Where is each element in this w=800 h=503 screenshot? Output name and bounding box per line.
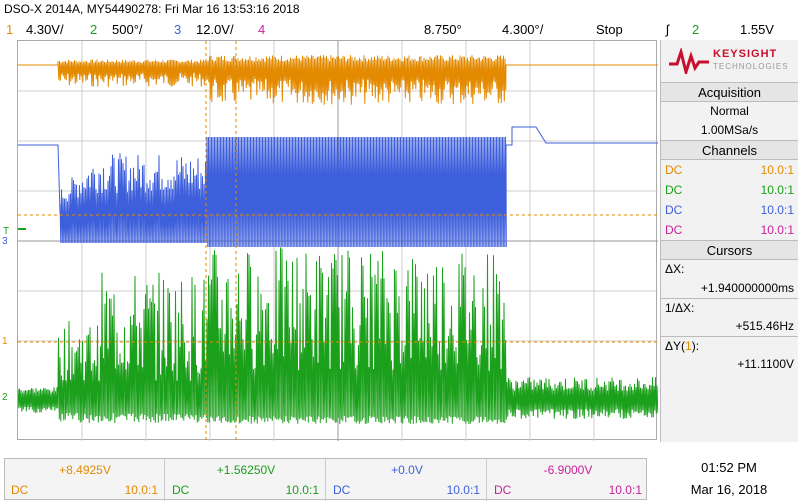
sample-rate: 1.00MSa/s [700, 123, 759, 137]
ch3-readout[interactable]: +0.0V DC 10.0:1 [327, 459, 487, 501]
ch1-probe: 10.0:1 [124, 483, 158, 497]
trigger-level[interactable]: 1.55V [740, 22, 774, 37]
ch1-coupling: DC [11, 483, 29, 497]
ch2-probe: 10.0:1 [285, 483, 319, 497]
ch3-coupling: DC [333, 483, 351, 497]
ch4-offset: -6.9000V [543, 463, 593, 477]
channel-coupling: DC [665, 203, 683, 217]
channel-row[interactable]: DC 10.0:1 [661, 220, 798, 240]
timebase-scale[interactable]: 4.300°/ [502, 22, 543, 37]
timebase-position[interactable]: 8.750° [424, 22, 462, 37]
delta-y-prefix: ΔY( [665, 339, 686, 353]
delta-y-channel: 1 [685, 339, 692, 353]
ch3-scale[interactable]: 12.0V/ [196, 22, 234, 37]
channel-probe: 10.0:1 [760, 203, 794, 217]
channel-probe: 10.0:1 [760, 163, 794, 177]
channel-probe: 10.0:1 [760, 223, 794, 237]
ch3-number[interactable]: 3 [174, 22, 181, 37]
channel-row[interactable]: DC 10.0:1 [661, 160, 798, 180]
delta-y-suffix: ): [691, 339, 700, 353]
brand-subtitle: TECHNOLOGIES [713, 62, 789, 71]
ch1-readout[interactable]: +8.4925V DC 10.0:1 [5, 459, 165, 501]
channel-coupling: DC [665, 223, 683, 237]
channels-title[interactable]: Channels [661, 140, 798, 160]
channel-coupling: DC [665, 163, 683, 177]
waveform-display[interactable] [17, 40, 658, 441]
trigger-edge-icon: ʃ [666, 22, 669, 37]
ch1-scale[interactable]: 4.30V/ [26, 22, 64, 37]
info-panel: KEYSIGHT TECHNOLOGIES Acquisition Normal… [660, 40, 798, 442]
ch1-trace [18, 55, 658, 105]
ch4-readout[interactable]: -6.9000V DC 10.0:1 [488, 459, 648, 501]
clock-date: Mar 16, 2018 [690, 482, 768, 497]
ch4-probe: 10.0:1 [608, 483, 642, 497]
ch4-coupling: DC [494, 483, 512, 497]
ch2-offset: +1.56250V [216, 463, 276, 477]
keysight-logo: KEYSIGHT TECHNOLOGIES [661, 40, 798, 82]
instrument-title: DSO-X 2014A, MY54490278: Fri Mar 16 13:5… [4, 2, 300, 16]
inverse-delta-x-value: +515.46Hz [735, 319, 794, 333]
delta-x-value: +1.940000000ms [700, 281, 794, 295]
channel-row[interactable]: DC 10.0:1 [661, 180, 798, 200]
ch2-ground-marker[interactable]: 2 [2, 392, 8, 403]
channel-probe: 10.0:1 [760, 183, 794, 197]
ch2-number[interactable]: 2 [90, 22, 97, 37]
ch3-probe: 10.0:1 [446, 483, 480, 497]
run-state[interactable]: Stop [596, 22, 623, 37]
channel-coupling: DC [665, 183, 683, 197]
delta-y-label: ΔY(1): [661, 336, 798, 355]
trigger-channel[interactable]: 2 [692, 22, 699, 37]
ch3-trace [18, 126, 658, 248]
channel-row[interactable]: DC 10.0:1 [661, 200, 798, 220]
acquisition-mode: Normal [710, 104, 749, 118]
scale-bar: 1 4.30V/ 2 500°/ 3 12.0V/ 4 8.750° 4.300… [0, 20, 800, 38]
keysight-wave-icon [669, 48, 709, 74]
ch3-offset: +0.0V [391, 463, 423, 477]
channels-list: DC 10.0:1 DC 10.0:1 DC 10.0:1 DC 10.0:1 [661, 160, 798, 240]
ch1-ground-marker[interactable]: 1 [2, 336, 8, 347]
brand-name: KEYSIGHT [713, 48, 778, 60]
cursors-title[interactable]: Cursors [661, 240, 798, 260]
ch2-coupling: DC [172, 483, 190, 497]
delta-y-value: +11.1100V [737, 357, 794, 371]
ch1-number[interactable]: 1 [6, 22, 13, 37]
waveform-canvas [18, 41, 658, 441]
ch1-offset: +8.4925V [59, 463, 111, 477]
channel-readouts: +8.4925V DC 10.0:1 +1.56250V DC 10.0:1 +… [4, 458, 648, 501]
ch3-ground-marker[interactable]: 3 [2, 236, 8, 247]
acquisition-title[interactable]: Acquisition [661, 82, 798, 102]
ch4-number[interactable]: 4 [258, 22, 265, 37]
delta-x-label: ΔX: [665, 262, 685, 276]
inverse-delta-x-label: 1/ΔX: [661, 298, 798, 317]
ch2-scale[interactable]: 500°/ [112, 22, 143, 37]
ch2-readout[interactable]: +1.56250V DC 10.0:1 [166, 459, 326, 501]
clock-time: 01:52 PM [701, 460, 757, 475]
